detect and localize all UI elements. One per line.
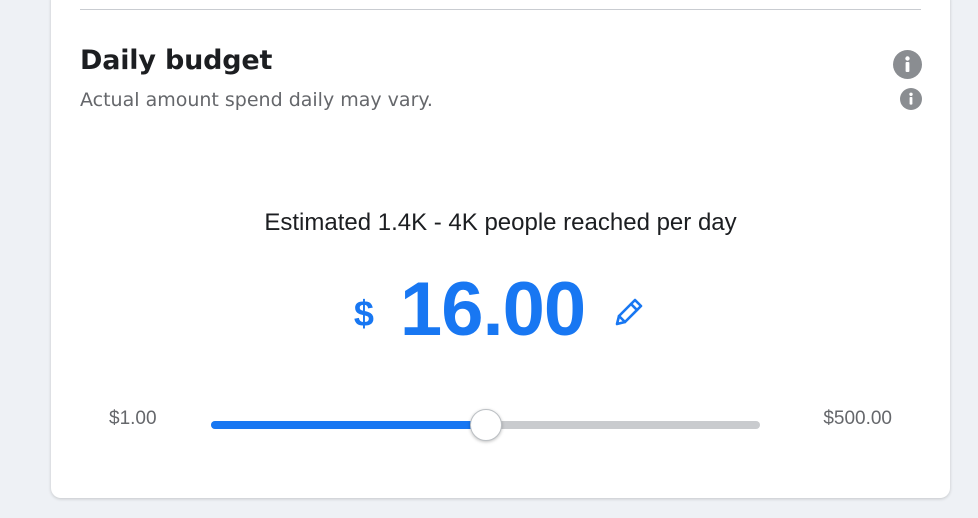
- info-icon[interactable]: [900, 88, 922, 110]
- currency-symbol: $: [353, 293, 374, 334]
- slider-thumb[interactable]: [469, 409, 502, 441]
- slider-fill: [211, 421, 486, 429]
- reach-estimate: Estimated 1.4K - 4K people reached per d…: [264, 209, 737, 236]
- section-title: Daily budget: [80, 45, 273, 76]
- pencil-icon[interactable]: [611, 294, 647, 330]
- daily-budget-card: Daily budget Actual amount spend daily m…: [51, 0, 950, 498]
- slider-max-label: $500.00: [823, 408, 892, 429]
- budget-amount: 16.00: [399, 267, 586, 352]
- budget-amount-display: $ 16.00: [51, 270, 950, 350]
- info-icon[interactable]: [893, 50, 922, 79]
- budget-slider[interactable]: [211, 409, 760, 441]
- section-subtitle: Actual amount spend daily may vary.: [80, 89, 433, 111]
- slider-min-label: $1.00: [109, 408, 157, 429]
- section-divider: [80, 9, 921, 10]
